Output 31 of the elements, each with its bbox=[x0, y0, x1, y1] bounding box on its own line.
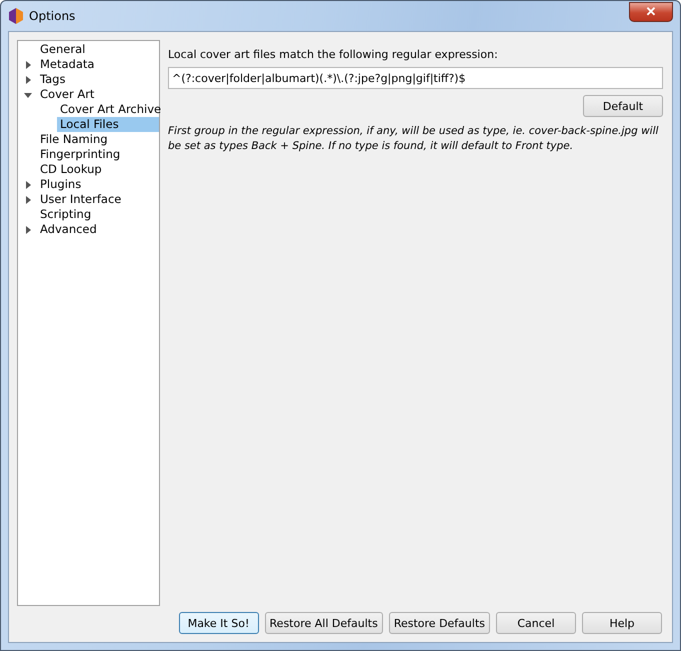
tree-item[interactable]: Fingerprinting bbox=[37, 147, 124, 162]
regex-input-field[interactable]: ^(?:cover|folder|albumart)(.*)\.(?:jpe?g|png|gif|tiff?)$ bbox=[168, 67, 663, 89]
dialog-button[interactable]: Restore All Defaults bbox=[264, 612, 383, 634]
tree-item[interactable]: File Naming bbox=[37, 132, 111, 147]
tree-item[interactable]: Scripting bbox=[37, 207, 94, 222]
expand-arrow-icon[interactable] bbox=[24, 196, 32, 204]
field-label: Local cover art files match the following regular expression: bbox=[168, 48, 499, 61]
tree-item[interactable]: Tags bbox=[37, 72, 68, 87]
tree-item[interactable]: User Interface bbox=[37, 192, 124, 207]
dialog-button[interactable]: Help bbox=[582, 612, 662, 634]
tree-item[interactable]: CD Lookup bbox=[37, 162, 105, 177]
expand-arrow-icon[interactable] bbox=[24, 60, 32, 68]
tree-item[interactable]: Local Files bbox=[57, 117, 159, 132]
dialog-button[interactable]: Make It So! bbox=[178, 612, 259, 634]
dialog-button[interactable]: Cancel bbox=[496, 612, 576, 634]
app-logo-icon bbox=[9, 8, 23, 24]
expand-arrow-icon[interactable] bbox=[24, 90, 32, 98]
tree-item[interactable]: Plugins bbox=[37, 177, 84, 192]
tree-item[interactable]: Advanced bbox=[37, 222, 100, 237]
tree-item[interactable]: Metadata bbox=[37, 57, 98, 72]
tree-item[interactable]: Cover Art bbox=[37, 87, 98, 102]
expand-arrow-icon[interactable] bbox=[24, 76, 32, 84]
expand-arrow-icon[interactable] bbox=[24, 226, 32, 234]
window-title: Options bbox=[29, 9, 76, 23]
default-button[interactable]: Default bbox=[583, 95, 663, 117]
close-button[interactable]: ✕ bbox=[629, 2, 673, 22]
tree-item[interactable]: Cover Art Archive bbox=[57, 102, 164, 117]
dialog-button[interactable]: Restore Defaults bbox=[388, 612, 490, 634]
tree-item[interactable]: General bbox=[37, 42, 88, 57]
help-note: First group in the regular expression, if any, will be used as type, ie. cover-back-spine.jpg will be set as types Back + Spine. If no type is found, it will default to Front type. bbox=[168, 124, 660, 154]
expand-arrow-icon[interactable] bbox=[24, 180, 32, 188]
